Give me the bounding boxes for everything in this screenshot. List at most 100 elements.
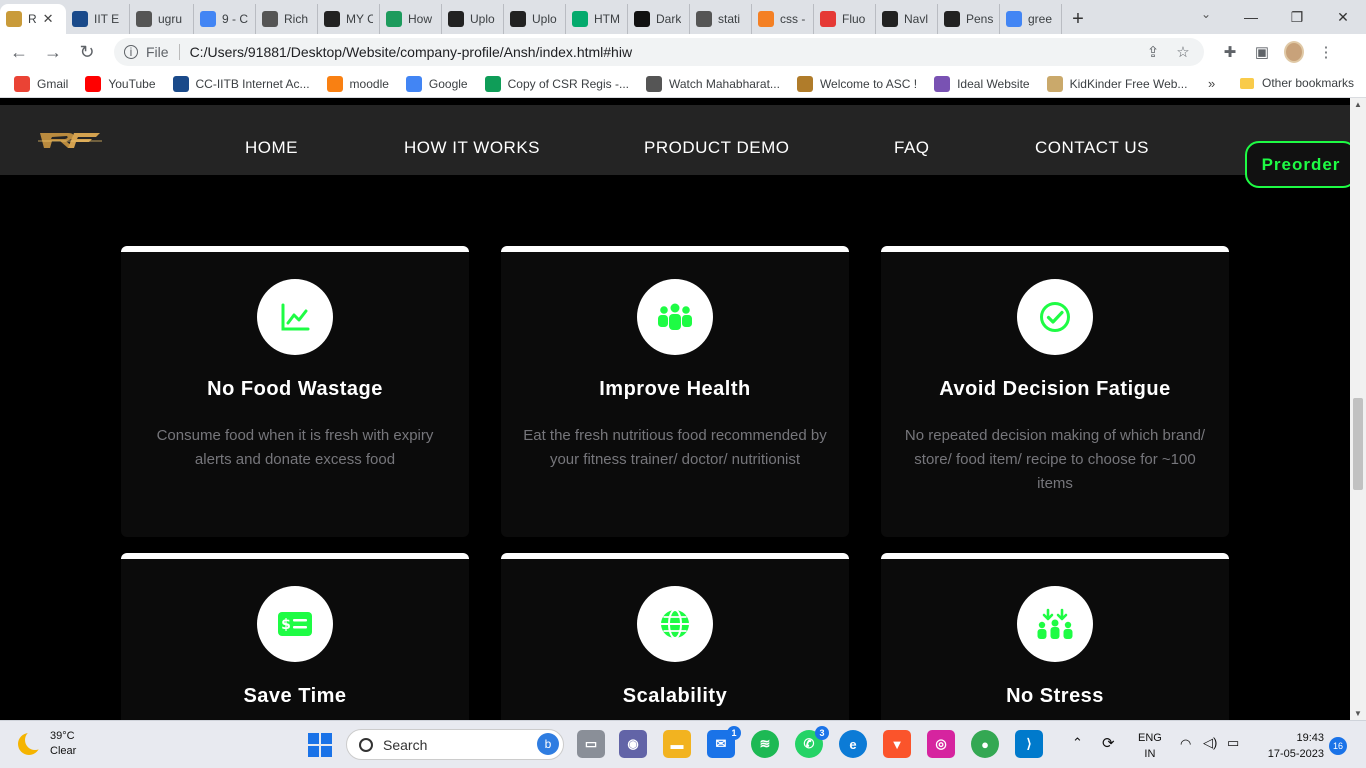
wifi-icon[interactable]: ◠ <box>1180 736 1191 752</box>
tab-search-icon[interactable]: ⌄ <box>1196 4 1216 24</box>
share-icon[interactable]: ⇪ <box>1142 43 1164 61</box>
address-bar[interactable]: i File C:/Users/91881/Desktop/Website/co… <box>114 38 1204 66</box>
weather-widget[interactable]: 39°C Clear <box>18 729 76 759</box>
nav-product-demo[interactable]: PRODUCT DEMO <box>644 138 789 158</box>
scroll-down-icon[interactable]: ▼ <box>1354 709 1362 718</box>
preorder-button[interactable]: Preorder <box>1245 141 1357 188</box>
back-icon[interactable]: ← <box>4 37 34 67</box>
browser-tab[interactable]: IIT E <box>66 4 130 34</box>
bookmarks-bar: Gmail YouTube CC-IITB Internet Ac... moodle… <box>0 70 1366 98</box>
address-url[interactable]: C:/Users/91881/Desktop/Website/company-p… <box>190 44 1134 60</box>
browser-tab[interactable]: R ✕ <box>0 4 66 34</box>
browser-tab[interactable]: gree <box>1000 4 1062 34</box>
bookmark-item[interactable]: KidKinder Free Web... <box>1046 75 1187 92</box>
browser-tab[interactable]: HTM <box>566 4 628 34</box>
bookmarks-overflow-icon[interactable]: » <box>1208 76 1215 91</box>
bookmark-item[interactable]: Watch Mahabharat... <box>645 75 780 92</box>
bookmark-item[interactable]: Ideal Website <box>934 75 1030 92</box>
browser-tab[interactable]: Pens <box>938 4 1000 34</box>
profile-avatar[interactable] <box>1284 41 1304 63</box>
google-icon <box>405 75 422 92</box>
browser-tab[interactable]: css - <box>752 4 814 34</box>
tab-title: gree <box>1028 12 1053 26</box>
mail-icon[interactable]: ✉ 1 <box>707 726 741 758</box>
browser-tab[interactable]: ugru <box>130 4 194 34</box>
browser-tab[interactable]: Navl <box>876 4 938 34</box>
chrome-icon[interactable]: ● <box>971 730 999 758</box>
feature-card-save-time: $ Save Time <box>121 553 469 720</box>
extensions-icon[interactable]: ✚ <box>1220 43 1240 61</box>
browser-tab[interactable]: Uplo <box>442 4 504 34</box>
feature-icon-circle <box>637 586 713 662</box>
new-tab-icon[interactable]: + <box>1062 4 1094 34</box>
browser-tab[interactable]: Rich <box>256 4 318 34</box>
browser-tab[interactable]: stati <box>690 4 752 34</box>
file-explorer-icon[interactable]: ▬ <box>663 730 691 758</box>
feature-title: No Stress <box>1006 685 1104 707</box>
info-icon[interactable]: i <box>124 45 138 59</box>
start-icon[interactable] <box>308 733 332 757</box>
nav-contact-us[interactable]: CONTACT US <box>1035 138 1149 158</box>
clock[interactable]: 19:43 17-05-2023 <box>1260 730 1324 762</box>
window-controls: — ❐ ✕ <box>1228 0 1366 34</box>
tab-title: R <box>28 12 37 26</box>
codepen-icon <box>944 11 960 27</box>
nav-faq[interactable]: FAQ <box>894 138 930 158</box>
nav-how-it-works[interactable]: HOW IT WORKS <box>404 138 540 158</box>
browser-tab[interactable]: MY C <box>318 4 380 34</box>
tab-title: MY C <box>346 12 373 26</box>
other-bookmarks[interactable]: Other bookmarks <box>1240 76 1354 90</box>
bookmark-star-icon[interactable]: ☆ <box>1172 43 1194 61</box>
chart-line-icon <box>281 303 310 331</box>
tab-title: Uplo <box>470 12 495 26</box>
tray-overflow-icon[interactable]: ⌃ <box>1072 735 1083 751</box>
language-indicator[interactable]: ENG IN <box>1138 730 1162 762</box>
spotify-icon[interactable]: ≋ <box>751 730 779 758</box>
brave-icon[interactable]: ▼ <box>883 730 911 758</box>
weather-temp: 39°C <box>50 730 75 742</box>
page-scrollbar[interactable]: ▲ ▼ <box>1350 98 1366 720</box>
bing-icon[interactable]: b <box>537 733 559 755</box>
volume-icon[interactable]: ◁) <box>1203 735 1217 751</box>
restore-icon[interactable]: ❐ <box>1274 0 1320 34</box>
bookmark-item[interactable]: Google <box>405 75 468 92</box>
vscode-icon[interactable]: ⟩ <box>1015 730 1043 758</box>
menu-icon[interactable]: ⋮ <box>1316 43 1336 61</box>
browser-tab[interactable]: Dark <box>628 4 690 34</box>
tab-title: Rich <box>284 12 309 26</box>
bookmark-item[interactable]: moodle <box>326 75 389 92</box>
youtube-icon <box>85 75 102 92</box>
feature-card-food-wastage: No Food Wastage Consume food when it is … <box>121 246 469 537</box>
close-tab-icon[interactable]: ✕ <box>43 11 54 27</box>
browser-tab[interactable]: How <box>380 4 442 34</box>
clock-date: 17-05-2023 <box>1267 748 1324 760</box>
bookmark-item[interactable]: YouTube <box>85 75 156 92</box>
task-view-icon[interactable]: ▭ <box>577 730 605 758</box>
battery-icon[interactable]: ▭ <box>1227 735 1239 751</box>
sync-icon[interactable]: ⟳ <box>1102 734 1115 752</box>
scroll-up-icon[interactable]: ▲ <box>1354 100 1362 109</box>
edge-icon[interactable]: e <box>839 730 867 758</box>
close-window-icon[interactable]: ✕ <box>1320 0 1366 34</box>
teams-chat-icon[interactable]: ◉ <box>619 730 647 758</box>
notification-badge[interactable]: 16 <box>1329 737 1347 755</box>
nav-home[interactable]: HOME <box>245 138 298 158</box>
instagram-icon[interactable]: ◎ <box>927 730 955 758</box>
rf-icon <box>6 11 22 27</box>
side-panel-icon[interactable]: ▣ <box>1252 43 1272 61</box>
bookmark-item[interactable]: Gmail <box>14 75 68 92</box>
scroll-thumb[interactable] <box>1353 398 1363 490</box>
browser-tab[interactable]: Uplo <box>504 4 566 34</box>
reload-icon[interactable]: ↻ <box>72 37 102 67</box>
taskbar-search[interactable]: Search b <box>346 729 564 760</box>
browser-tab[interactable]: Fluo <box>814 4 876 34</box>
whatsapp-icon[interactable]: ✆ 3 <box>795 726 829 758</box>
forward-icon[interactable]: → <box>38 37 68 67</box>
rf-logo[interactable] <box>38 129 102 151</box>
bookmark-item[interactable]: Welcome to ASC ! <box>796 75 917 92</box>
browser-tab[interactable]: 9 - C <box>194 4 256 34</box>
bookmark-item[interactable]: CC-IITB Internet Ac... <box>172 75 310 92</box>
bookmark-item[interactable]: Copy of CSR Regis -... <box>484 75 629 92</box>
record-icon <box>820 11 836 27</box>
minimize-icon[interactable]: — <box>1228 0 1274 34</box>
